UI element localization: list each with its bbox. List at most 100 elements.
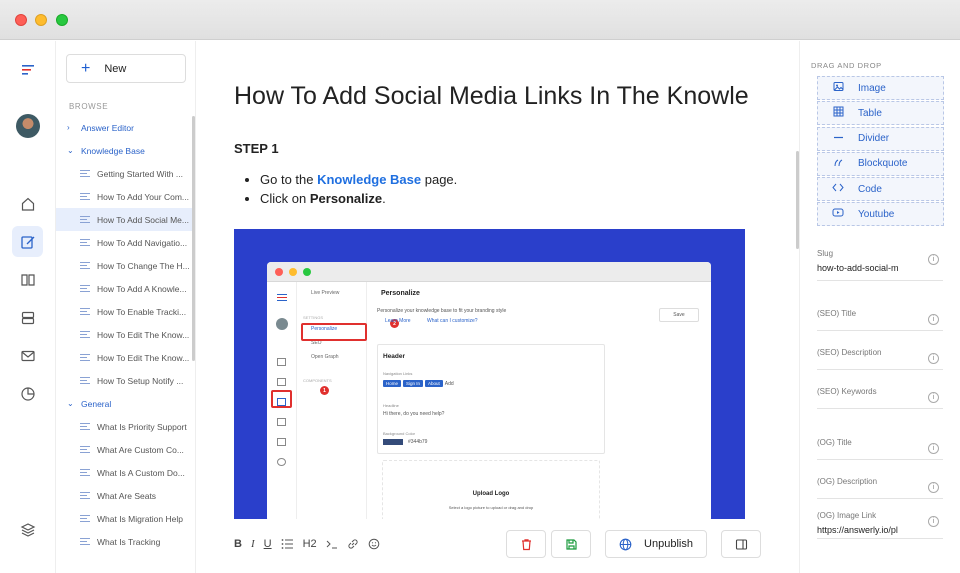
meta-field[interactable]: (OG) Title i bbox=[817, 438, 943, 460]
underline-button[interactable]: U bbox=[264, 538, 272, 550]
sidebar-page[interactable]: How To Add Navigatio... bbox=[56, 231, 195, 254]
article-title[interactable]: How To Add Social Media Links In The Kno… bbox=[234, 82, 749, 111]
avatar[interactable] bbox=[16, 114, 40, 138]
sidebar-item-label: How To Enable Tracki... bbox=[97, 306, 187, 317]
info-icon[interactable]: i bbox=[928, 353, 939, 364]
sidebar-page[interactable]: What Are Seats bbox=[56, 484, 195, 507]
sidebar-page[interactable]: How To Setup Notify ... bbox=[56, 369, 195, 392]
meta-field[interactable]: (SEO) Description i bbox=[817, 348, 943, 370]
knowledge-base-link[interactable]: Knowledge Base bbox=[317, 172, 421, 187]
book-icon[interactable] bbox=[12, 264, 43, 295]
info-icon[interactable]: i bbox=[928, 482, 939, 493]
browse-sidebar: + New BROWSE › Answer Editor ⌄ Knowledge Ba… bbox=[56, 41, 196, 573]
sidebar-item-label: How To Add Social Me... bbox=[97, 214, 189, 225]
sidebar-page[interactable]: What Is Tracking bbox=[56, 530, 195, 553]
pie-chart-icon[interactable] bbox=[12, 378, 43, 409]
new-button-label: New bbox=[104, 62, 127, 75]
sidebar-page[interactable]: How To Add Social Me... bbox=[56, 208, 195, 231]
sidebar-page[interactable]: How To Add Your Com... bbox=[56, 185, 195, 208]
meta-field[interactable]: Slug how-to-add-social-m i bbox=[817, 249, 943, 281]
bold-button[interactable]: B bbox=[234, 538, 242, 550]
step-item[interactable]: Go to the Knowledge Base page. bbox=[260, 172, 457, 187]
info-icon[interactable]: i bbox=[928, 314, 939, 325]
sidebar-scrollbar[interactable] bbox=[192, 116, 195, 361]
home-icon[interactable] bbox=[12, 188, 43, 219]
sidebar-item-label: Answer Editor bbox=[81, 122, 134, 133]
mini-what-can: What can I customize? bbox=[427, 318, 478, 324]
heading-button[interactable]: H2 bbox=[303, 538, 317, 550]
sidebar-folder[interactable]: ⌄ Knowledge Base bbox=[56, 139, 195, 162]
sidebar-page[interactable]: How To Add A Knowle... bbox=[56, 277, 195, 300]
info-icon[interactable]: i bbox=[928, 254, 939, 265]
mini-upload-sub: Select a logo picture to upload or drag … bbox=[448, 505, 534, 510]
block-image[interactable]: Image bbox=[817, 76, 944, 100]
new-button[interactable]: + New bbox=[66, 54, 186, 83]
sidebar-page[interactable]: How To Change The H... bbox=[56, 254, 195, 277]
document-icon bbox=[80, 283, 90, 294]
mini-components-label: COMPONENTS bbox=[303, 378, 332, 383]
document-icon bbox=[80, 513, 90, 524]
list-icon[interactable] bbox=[281, 538, 294, 550]
server-icon[interactable] bbox=[12, 302, 43, 333]
edit-icon[interactable] bbox=[12, 226, 43, 257]
document-icon bbox=[80, 352, 90, 363]
meta-field-value[interactable]: how-to-add-social-m bbox=[817, 263, 912, 273]
step-item[interactable]: Click on Personalize. bbox=[260, 191, 457, 206]
sidebar-page[interactable]: How To Edit The Know... bbox=[56, 323, 195, 346]
block-code[interactable]: Code bbox=[817, 177, 944, 202]
sidebar-page[interactable]: How To Edit The Know... bbox=[56, 346, 195, 369]
meta-field[interactable]: (OG) Image Link https://answerly.io/pl i bbox=[817, 511, 943, 539]
emoji-icon[interactable] bbox=[368, 538, 380, 550]
mini-header-title: Personalize bbox=[381, 290, 420, 297]
sidebar-page[interactable]: What Is A Custom Do... bbox=[56, 461, 195, 484]
save-button[interactable] bbox=[551, 530, 591, 558]
meta-field[interactable]: (SEO) Title i bbox=[817, 309, 943, 331]
meta-field[interactable]: (OG) Description i bbox=[817, 477, 943, 499]
mini-chips: Home Sign In About Add bbox=[383, 380, 454, 387]
sidebar-item-label: What Is A Custom Do... bbox=[97, 467, 185, 478]
document-icon bbox=[80, 444, 90, 455]
meta-field[interactable]: (SEO) Keywords i bbox=[817, 387, 943, 409]
logo-icon[interactable] bbox=[12, 54, 43, 85]
block-divider[interactable]: Divider bbox=[817, 126, 944, 151]
globe-icon bbox=[619, 538, 632, 550]
sidebar-item-label: What Is Tracking bbox=[97, 536, 161, 547]
sidebar-page[interactable]: What Are Custom Co... bbox=[56, 438, 195, 461]
step-text: page. bbox=[421, 172, 458, 187]
mini-header-card: Header Navigation Links Home Sign In About… bbox=[377, 344, 605, 454]
unpublish-button[interactable]: Unpublish bbox=[605, 530, 707, 558]
sidebar-folder[interactable]: ⌄ General bbox=[56, 392, 195, 415]
sidebar-page[interactable]: What Is Migration Help bbox=[56, 507, 195, 530]
block-blockquote[interactable]: Blockquote bbox=[817, 151, 944, 176]
info-icon[interactable]: i bbox=[928, 516, 939, 527]
toggle-panel-button[interactable] bbox=[721, 530, 761, 558]
block-label: Blockquote bbox=[858, 158, 908, 170]
block-label: Code bbox=[858, 183, 882, 195]
sidebar-folder[interactable]: › Answer Editor bbox=[56, 116, 195, 139]
maximize-window-button[interactable] bbox=[56, 14, 68, 26]
layers-icon[interactable] bbox=[12, 514, 43, 545]
sidebar-panel-icon bbox=[735, 538, 747, 550]
link-icon[interactable] bbox=[347, 538, 359, 550]
block-table[interactable]: Table bbox=[817, 101, 944, 126]
meta-field-value[interactable]: https://answerly.io/pl bbox=[817, 525, 912, 535]
format-toolbar: B I U H2 bbox=[234, 531, 380, 557]
block-youtube[interactable]: Youtube bbox=[817, 202, 944, 227]
embedded-screenshot[interactable]: 1 Live Preview SETTINGS Personalize SEO … bbox=[234, 229, 745, 519]
sidebar-item-label: How To Add Your Com... bbox=[97, 191, 189, 202]
mini-nav: Live Preview SETTINGS Personalize SEO Op… bbox=[297, 282, 367, 519]
document-icon bbox=[80, 260, 90, 271]
minimize-window-button[interactable] bbox=[35, 14, 47, 26]
sidebar-page[interactable]: What Is Priority Support bbox=[56, 415, 195, 438]
sidebar-page[interactable]: How To Enable Tracki... bbox=[56, 300, 195, 323]
sidebar-page[interactable]: Getting Started With ... bbox=[56, 162, 195, 185]
italic-button[interactable]: I bbox=[251, 538, 255, 550]
delete-button[interactable] bbox=[506, 530, 546, 558]
info-icon[interactable]: i bbox=[928, 392, 939, 403]
code-inline-icon[interactable] bbox=[326, 538, 338, 550]
step-heading[interactable]: STEP 1 bbox=[234, 141, 279, 156]
mini-live-preview: Live Preview bbox=[311, 290, 340, 296]
mail-icon[interactable] bbox=[12, 340, 43, 371]
info-icon[interactable]: i bbox=[928, 443, 939, 454]
close-window-button[interactable] bbox=[15, 14, 27, 26]
